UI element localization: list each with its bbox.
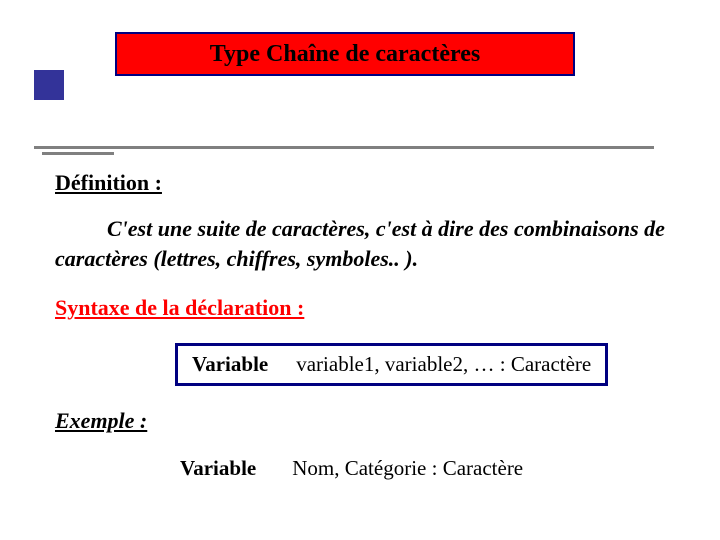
decor-line-short — [42, 152, 114, 155]
example-heading: Exemple : — [55, 408, 680, 434]
slide-title: Type Chaîne de caractères — [210, 41, 480, 68]
decor-square — [34, 70, 64, 100]
content-area: Définition : C'est une suite de caractèr… — [55, 170, 680, 481]
syntax-args: variable1, variable2, … : Caractère — [296, 352, 591, 377]
syntax-box: Variable variable1, variable2, … : Carac… — [175, 343, 608, 386]
definition-body: C'est une suite de caractères, c'est à d… — [55, 214, 680, 273]
definition-heading: Définition : — [55, 170, 680, 196]
syntax-keyword: Variable — [192, 352, 268, 377]
title-box: Type Chaîne de caractères — [115, 32, 575, 76]
syntax-heading: Syntaxe de la déclaration : — [55, 295, 680, 321]
example-args: Nom, Catégorie : Caractère — [292, 456, 523, 481]
example-keyword: Variable — [180, 456, 256, 481]
decor-line — [34, 146, 654, 149]
example-row: Variable Nom, Catégorie : Caractère — [180, 456, 680, 481]
